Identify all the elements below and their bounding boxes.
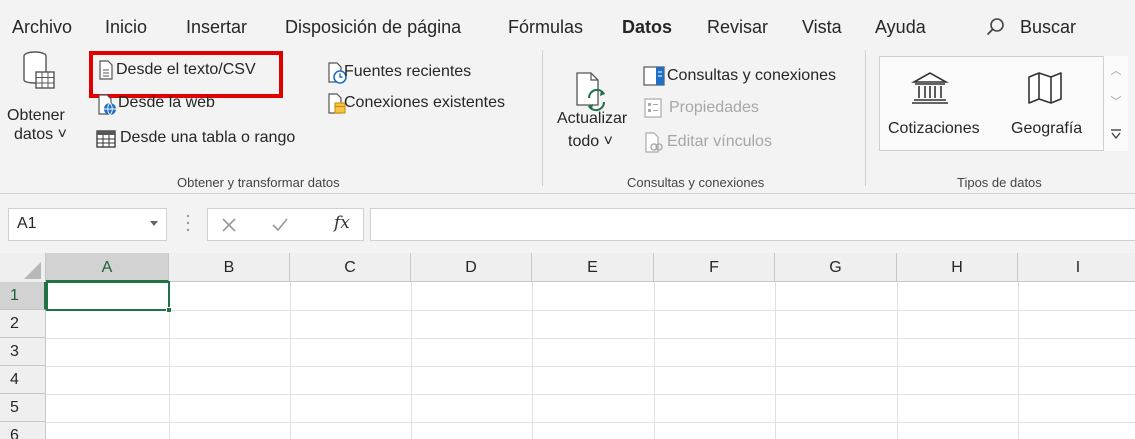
fill-handle[interactable]	[166, 307, 172, 313]
column-header[interactable]: F	[654, 253, 775, 282]
data-types-scroll: ︿ ﹀	[1103, 56, 1128, 151]
group-label-obtener: Obtener y transformar datos	[177, 175, 340, 190]
fuentes-recientes-label: Fuentes recientes	[344, 63, 472, 80]
spreadsheet-grid: A B C D E F G H I 1 2 3 4 5 6	[0, 253, 1135, 439]
grid-line	[290, 282, 291, 439]
formula-bar: A1 fx	[0, 195, 1135, 253]
column-header[interactable]: G	[775, 253, 897, 282]
obtener-datos-label-1: Obtener	[7, 107, 65, 124]
insert-function-button[interactable]: fx	[334, 213, 350, 233]
bank-icon	[911, 72, 949, 104]
map-icon	[1028, 72, 1062, 104]
refresh-all-icon	[576, 72, 606, 112]
row-header[interactable]: 1	[0, 282, 46, 310]
tab-archivo[interactable]: Archivo	[12, 17, 72, 38]
grid-line	[46, 310, 1135, 311]
formula-input[interactable]	[370, 208, 1135, 241]
conexiones-existentes-label: Conexiones existentes	[344, 94, 505, 111]
consultas-conexiones-label: Consultas y conexiones	[667, 67, 836, 84]
tab-insertar[interactable]: Insertar	[186, 17, 247, 38]
grid-line	[532, 282, 533, 439]
grid-line	[897, 282, 898, 439]
cotizaciones-label: Cotizaciones	[888, 120, 980, 137]
tab-ayuda[interactable]: Ayuda	[875, 17, 926, 38]
formula-tools: fx	[207, 208, 364, 241]
desde-tabla-rango-label: Desde una tabla o rango	[120, 129, 296, 146]
drag-handle-icon[interactable]	[186, 213, 190, 233]
name-box[interactable]: A1	[8, 208, 167, 241]
row-header[interactable]: 3	[0, 338, 46, 366]
selected-cell[interactable]	[46, 281, 170, 311]
database-table-icon	[23, 51, 55, 89]
column-header[interactable]: H	[897, 253, 1018, 282]
check-icon[interactable]	[272, 218, 288, 232]
grid-line	[1018, 282, 1019, 439]
actualizar-label-2: todo ˅	[568, 133, 613, 150]
scroll-up-button[interactable]: ︿	[1104, 56, 1128, 87]
row-header[interactable]: 4	[0, 366, 46, 394]
properties-icon	[644, 98, 662, 118]
grid-line	[46, 366, 1135, 367]
expand-icon	[1111, 129, 1121, 140]
more-button[interactable]	[1104, 118, 1128, 149]
menu-bar: Archivo Inicio Insertar Disposición de p…	[0, 0, 1135, 47]
cancel-icon[interactable]	[222, 218, 236, 232]
row-header[interactable]: 5	[0, 394, 46, 422]
ribbon: Obtener datos ˅ Desde el texto/CSV Desde…	[0, 44, 1135, 194]
select-all-icon	[24, 262, 41, 279]
desde-la-web-label: Desde la web	[118, 94, 215, 111]
group-label-consultas: Consultas y conexiones	[627, 175, 765, 190]
tab-vista[interactable]: Vista	[802, 17, 842, 38]
group-label-tipos: Tipos de datos	[957, 175, 1042, 190]
search-icon[interactable]	[985, 16, 1007, 38]
group-separator	[542, 50, 543, 186]
grid-line	[46, 338, 1135, 339]
grid-line	[46, 422, 1135, 423]
chevron-down-icon[interactable]	[150, 221, 158, 226]
tab-inicio[interactable]: Inicio	[105, 17, 147, 38]
actualizar-label-1: Actualizar	[557, 110, 628, 127]
propiedades-label: Propiedades	[669, 99, 759, 116]
column-header[interactable]: E	[532, 253, 654, 282]
column-header[interactable]: D	[411, 253, 532, 282]
obtener-datos-label-2: datos ˅	[14, 126, 67, 143]
row-header[interactable]: 2	[0, 310, 46, 338]
grid-line	[775, 282, 776, 439]
select-all-button[interactable]	[0, 253, 46, 282]
grid-line	[46, 394, 1135, 395]
column-header[interactable]: A	[46, 253, 169, 282]
tab-datos[interactable]: Datos	[622, 17, 673, 47]
column-header[interactable]: B	[169, 253, 290, 282]
edit-links-icon	[645, 132, 663, 153]
tab-formulas[interactable]: Fórmulas	[508, 17, 583, 38]
name-box-value: A1	[17, 215, 37, 232]
geografia-label: Geografía	[1011, 120, 1083, 137]
highlight-box	[89, 51, 283, 98]
column-header[interactable]: I	[1018, 253, 1135, 282]
search-label[interactable]: Buscar	[1020, 17, 1076, 38]
web-file-icon	[98, 94, 116, 116]
column-header[interactable]: C	[290, 253, 411, 282]
column-header-row: A B C D E F G H I	[0, 253, 1135, 282]
tab-disposicion-de-pagina[interactable]: Disposición de página	[285, 17, 461, 38]
group-separator	[865, 50, 866, 186]
tab-revisar[interactable]: Revisar	[707, 17, 768, 38]
grid-line	[411, 282, 412, 439]
table-icon	[96, 130, 116, 148]
row-header[interactable]: 6	[0, 422, 46, 439]
scroll-down-button[interactable]: ﹀	[1104, 87, 1128, 118]
queries-pane-icon	[643, 66, 665, 86]
grid-line	[654, 282, 655, 439]
editar-vinculos-label: Editar vínculos	[667, 133, 772, 150]
